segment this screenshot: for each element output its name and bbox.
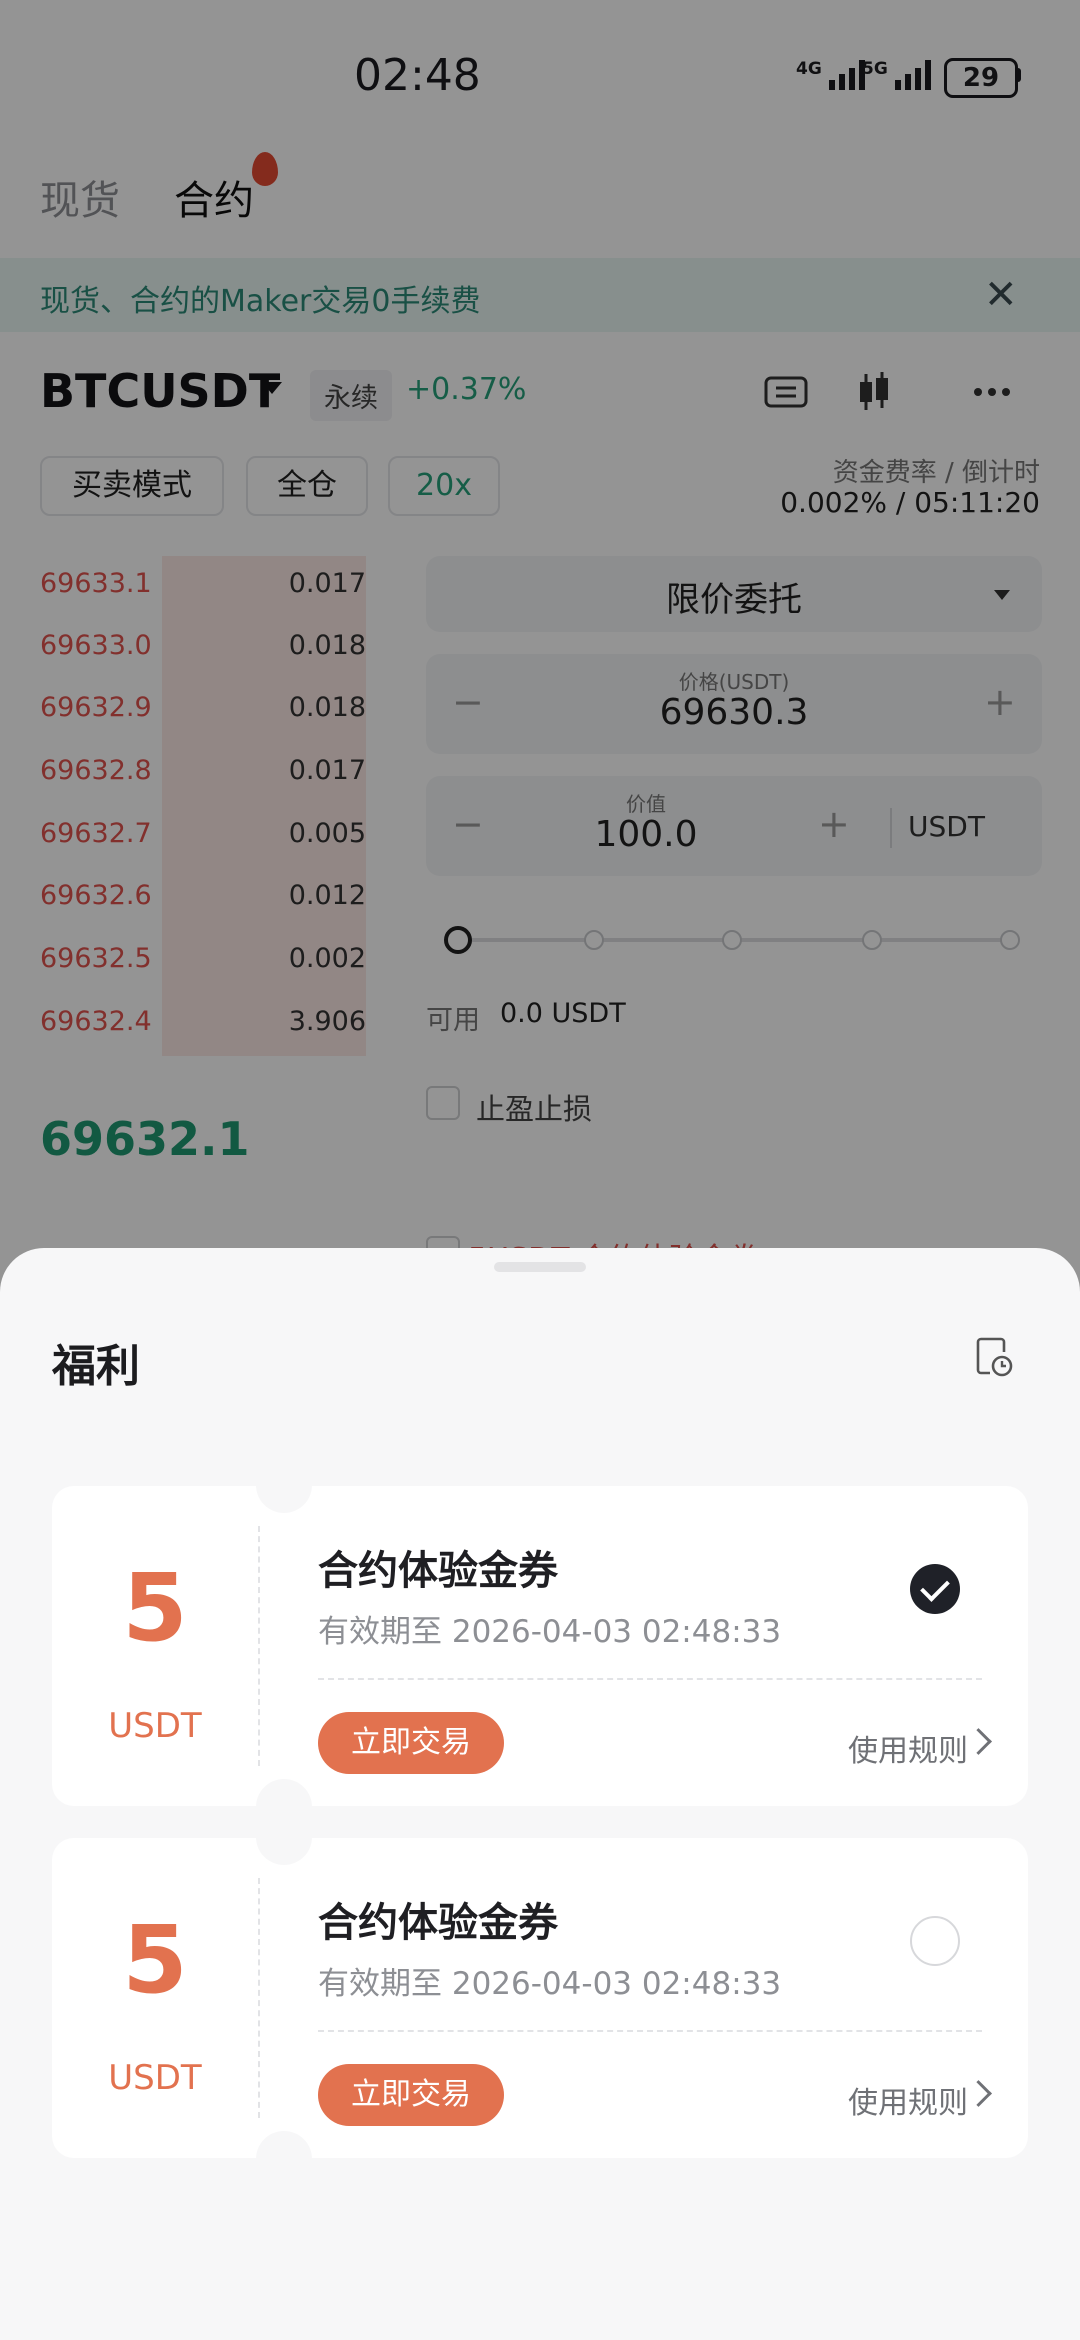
voucher-name: 合约体验金券 xyxy=(318,1900,558,1946)
history-icon[interactable] xyxy=(974,1336,1014,1378)
voucher-amount: 5 xyxy=(122,1906,188,2015)
trade-now-button[interactable]: 立即交易 xyxy=(318,2064,504,2126)
drag-handle[interactable] xyxy=(494,1262,586,1272)
voucher-name: 合约体验金券 xyxy=(318,1548,558,1594)
usage-rules-link[interactable]: 使用规则 xyxy=(848,2078,968,2122)
voucher-unit: USDT xyxy=(108,1706,202,1746)
voucher-card[interactable]: 5 USDT 合约体验金券 有效期至 2026-04-03 02:48:33 立… xyxy=(52,1837,1028,2159)
voucher-unit: USDT xyxy=(108,2058,202,2098)
trade-now-button[interactable]: 立即交易 xyxy=(318,1712,504,1774)
radio-button[interactable] xyxy=(910,1916,960,1966)
check-icon[interactable] xyxy=(910,1564,960,1614)
sheet-title: 福利 xyxy=(52,1341,140,1392)
voucher-amount: 5 xyxy=(122,1554,188,1663)
voucher-validity: 有效期至 2026-04-03 02:48:33 xyxy=(318,1966,782,2002)
usage-rules-link[interactable]: 使用规则 xyxy=(848,1726,968,1770)
voucher-validity: 有效期至 2026-04-03 02:48:33 xyxy=(318,1614,782,1650)
voucher-card[interactable]: 5 USDT 合约体验金券 有效期至 2026-04-03 02:48:33 立… xyxy=(52,1485,1028,1807)
